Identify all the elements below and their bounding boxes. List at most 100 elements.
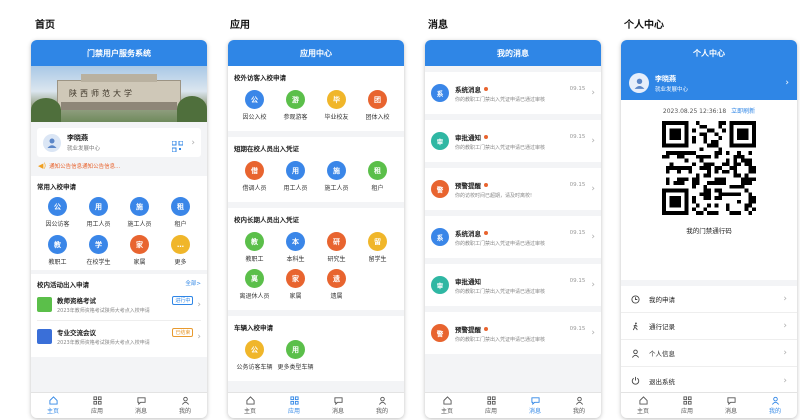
tab-mine[interactable]: 我的 <box>360 393 404 418</box>
activity-all-link[interactable]: 全部> <box>185 279 201 289</box>
profile-menu-label: 我的申请 <box>649 296 675 304</box>
unread-dot <box>484 86 488 91</box>
activity-desc: 2023年教师资格考试陕师大考点入校申请 <box>57 340 150 346</box>
message-item[interactable]: 系系统消息 09.15 你的教职工门禁出入凭证申请已通过审核 › <box>425 72 601 114</box>
user-name: 李晓燕 <box>67 134 88 142</box>
entry-type-icon: 施 <box>130 197 149 216</box>
tab-home[interactable]: 主页 <box>425 393 469 418</box>
chevron-right-icon: › <box>783 375 787 386</box>
app-section: 校外访客入校申请公因公入校游参观游客毕毕业校友团团体入校 <box>228 66 404 131</box>
common-item[interactable]: 施施工人员 <box>119 197 160 228</box>
common-item[interactable]: 教教职工 <box>37 235 78 266</box>
app-item[interactable]: 教教职工 <box>234 232 275 263</box>
app-item[interactable]: 借借调人员 <box>234 161 275 192</box>
common-item[interactable]: 租租户 <box>160 197 201 228</box>
message-item[interactable]: 审审批通知 09.15 你的教职工门禁出入凭证申请已通过审核 › <box>425 264 601 306</box>
app-item[interactable]: 游参观游客 <box>275 90 316 121</box>
person-icon <box>181 396 190 405</box>
notice-text: 通知公告信息通知公告信息... <box>49 164 121 170</box>
grid-icon <box>92 396 102 405</box>
activity-card[interactable]: 专业交流会议 已结束 2023年教师资格考试陕师大考点入校申请 › <box>37 321 201 352</box>
app-section-title: 车辆入校申请 <box>234 324 273 332</box>
tab-messages[interactable]: 消息 <box>709 393 753 418</box>
tab-messages[interactable]: 消息 <box>119 393 163 418</box>
activity-card[interactable]: 教师资格考试 进行中 2023年教师资格考试陕师大考点入校申请 › <box>37 289 201 321</box>
entry-type-icon: 研 <box>327 232 346 251</box>
tab-apps[interactable]: 应用 <box>665 393 709 418</box>
app-item[interactable]: 公因公入校 <box>234 90 275 121</box>
common-item-label: 施工人员 <box>127 221 152 228</box>
profile-user-card[interactable]: 李晓燕 就业发展中心 › <box>621 66 797 100</box>
message-item[interactable]: 系系统消息 09.15 你的教职工门禁出入凭证申请已通过审核 › <box>425 216 601 258</box>
profile-menu-item[interactable]: 通行记录 › <box>621 313 797 340</box>
entry-type-icon: 用 <box>89 197 108 216</box>
app-item[interactable]: 团团体入校 <box>357 90 398 121</box>
app-item[interactable]: 离离退休人员 <box>234 269 275 300</box>
common-item[interactable]: … 更多 <box>160 235 201 266</box>
app-item[interactable]: 租租户 <box>357 161 398 192</box>
app-item[interactable]: 遗遗属 <box>316 269 357 300</box>
tab-messages[interactable]: 消息 <box>513 393 557 418</box>
common-section: 常用入校申请 公因公访客用用工人员施施工人员租租户教教职工学在校学生家家属… 更多 <box>31 176 207 270</box>
profile-menu-item[interactable]: 我的申请 › <box>621 286 797 313</box>
app-item[interactable]: 本本科生 <box>275 232 316 263</box>
app-item-label: 团体入校 <box>365 114 390 121</box>
app-item-label: 毕业校友 <box>324 114 349 121</box>
home-icon <box>245 396 255 405</box>
tab-home[interactable]: 主页 <box>228 393 272 418</box>
app-section: 校内长期人员出入凭证教教职工本本科生研研究生留留学生离离退休人员家家属遗遗属 <box>228 208 404 310</box>
tabbar: 主页 应用 消息 我的 <box>425 392 601 418</box>
common-grid: 公因公访客用用工人员施施工人员租租户教教职工学在校学生家家属… 更多 <box>37 197 201 266</box>
app-item[interactable]: 施施工人员 <box>316 161 357 192</box>
common-item[interactable]: 家家属 <box>119 235 160 266</box>
user-name: 李晓燕 <box>655 74 676 83</box>
message-item[interactable]: 审审批通知 09.15 你的教职工门禁出入凭证申请已通过审核 › <box>425 120 601 162</box>
common-item[interactable]: 用用工人员 <box>78 197 119 228</box>
app-item[interactable]: 家家属 <box>275 269 316 300</box>
message-type-icon: 审 <box>431 132 449 150</box>
notice-bar[interactable]: ◀) 通知公告信息通知公告信息... <box>31 157 207 170</box>
tab-messages[interactable]: 消息 <box>316 393 360 418</box>
common-item-label: 更多 <box>174 259 187 266</box>
common-item[interactable]: 公因公访客 <box>37 197 78 228</box>
common-item[interactable]: 学在校学生 <box>78 235 119 266</box>
profile-menu-item[interactable]: 退出系统 › <box>621 367 797 394</box>
status-badge: 已结束 <box>172 327 194 337</box>
entry-type-icon: 留 <box>368 232 387 251</box>
tab-mine[interactable]: 我的 <box>557 393 601 418</box>
tab-apps[interactable]: 应用 <box>469 393 513 418</box>
refresh-link[interactable]: 立即刷新 <box>731 108 755 115</box>
tab-apps[interactable]: 应用 <box>272 393 316 418</box>
message-time: 09.15 <box>569 133 586 140</box>
profile-menu-item[interactable]: 个人信息 › <box>621 340 797 367</box>
entry-type-icon: 游 <box>286 90 305 109</box>
app-item[interactable]: 研研究生 <box>316 232 357 263</box>
app-item[interactable]: 留留学生 <box>357 232 398 263</box>
user-card[interactable]: 李晓燕 就业发展中心 › <box>37 128 201 157</box>
qr-timestamp: 2023.08.25 12:36:18 <box>662 108 727 115</box>
tab-apps[interactable]: 应用 <box>75 393 119 418</box>
app-item[interactable]: 公公务访客车辆 <box>234 340 275 371</box>
common-section-title: 常用入校申请 <box>37 183 76 191</box>
message-item[interactable]: 警预警提醒 09.15 你的访校时间已超期，请及时离校! › <box>425 168 601 210</box>
message-item[interactable]: 警预警提醒 09.15 你的教职工门禁出入凭证申请已通过审核 › <box>425 312 601 354</box>
entry-type-icon: 施 <box>327 161 346 180</box>
app-item[interactable]: 毕毕业校友 <box>316 90 357 121</box>
message-title: 预警提醒 <box>455 325 481 334</box>
chevron-right-icon: › <box>591 88 595 98</box>
clock-icon <box>631 294 641 304</box>
chevron-right-icon: › <box>785 78 789 88</box>
tab-home[interactable]: 主页 <box>31 393 75 418</box>
speaker-icon: ◀) <box>38 162 47 170</box>
qrcode-icon[interactable] <box>171 137 184 153</box>
chat-icon <box>333 396 343 405</box>
app-item[interactable]: 用更多类型车辆 <box>275 340 316 371</box>
message-title: 系统消息 <box>455 229 481 238</box>
flag-icon <box>37 329 52 344</box>
tab-mine[interactable]: 我的 <box>163 393 207 418</box>
tab-mine[interactable]: 我的 <box>753 393 797 418</box>
app-item[interactable]: 用用工人员 <box>275 161 316 192</box>
tab-home[interactable]: 主页 <box>621 393 665 418</box>
apps-sections: 校外访客入校申请公因公入校游参观游客毕毕业校友团团体入校 短期在校人员出入凭证借借… <box>228 66 404 381</box>
phone-apps: 应用中心 校外访客入校申请公因公入校游参观游客毕毕业校友团团体入校 短期在校人员出… <box>228 40 404 418</box>
